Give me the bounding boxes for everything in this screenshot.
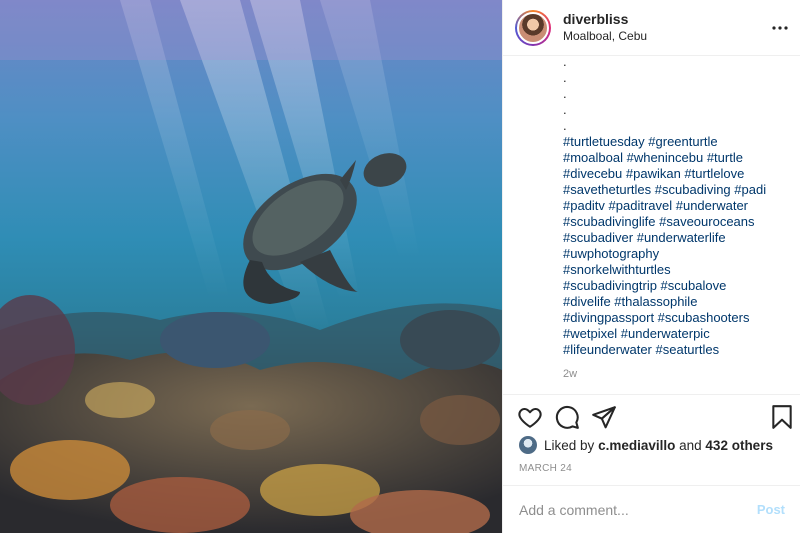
hashtag-line[interactable]: #wetpixel #underwaterpic bbox=[563, 326, 793, 342]
hashtag-line[interactable]: #uwphotography bbox=[563, 246, 793, 262]
hashtag-line[interactable]: #lifeunderwater #seaturtles bbox=[563, 342, 793, 358]
hashtag-line[interactable]: #savetheturtles #scubadiving #padi bbox=[563, 182, 793, 198]
likes-prefix: Liked by bbox=[544, 437, 595, 453]
liked-by-user-link[interactable]: c.mediavillo bbox=[598, 438, 675, 453]
caption-dot: . bbox=[563, 54, 567, 69]
hashtag-list: #turtletuesday #greenturtle #moalboal #w… bbox=[563, 134, 793, 358]
underwater-turtle-image bbox=[0, 0, 502, 533]
liker-avatar[interactable] bbox=[519, 436, 537, 454]
post-comment-button[interactable]: Post bbox=[757, 502, 785, 517]
bookmark-icon[interactable] bbox=[769, 404, 795, 430]
hashtag-line[interactable]: #divelife #thalassophile bbox=[563, 294, 793, 310]
hashtag-line[interactable]: #scubadivinglife #saveouroceans bbox=[563, 214, 793, 230]
hashtag-line[interactable]: #divingpassport #scubashooters bbox=[563, 310, 793, 326]
avatar-photo bbox=[517, 11, 549, 44]
more-options-icon[interactable] bbox=[770, 18, 790, 38]
comment-input[interactable] bbox=[519, 501, 757, 518]
post-date[interactable]: MARCH 24 bbox=[519, 463, 572, 474]
likes-others-link[interactable]: 432 others bbox=[705, 438, 773, 453]
location-link[interactable]: Moalboal, Cebu bbox=[563, 29, 647, 44]
username-link[interactable]: diverbliss bbox=[563, 11, 647, 29]
caption-dot: . bbox=[563, 70, 567, 85]
caption-dot: . bbox=[563, 102, 567, 117]
caption-dot: . bbox=[563, 86, 567, 101]
divider bbox=[503, 394, 800, 395]
likes-and: and bbox=[679, 437, 702, 453]
likes-summary: Liked by c.mediavillo and 432 others bbox=[519, 436, 773, 454]
hashtag-line[interactable]: #scubadivingtrip #scubalove bbox=[563, 278, 793, 294]
hashtag-line[interactable]: #turtletuesday #greenturtle bbox=[563, 134, 793, 150]
profile-avatar[interactable] bbox=[515, 9, 551, 46]
post-header: diverbliss Moalboal, Cebu bbox=[503, 0, 800, 56]
comment-form: Post bbox=[503, 486, 800, 533]
heart-icon[interactable] bbox=[517, 404, 543, 430]
action-bar bbox=[517, 404, 793, 430]
hashtag-line[interactable]: #moalboal #whenincebu #turtle bbox=[563, 150, 793, 166]
post-side-panel: diverbliss Moalboal, Cebu . . . . . #tur… bbox=[502, 0, 800, 533]
post-photo[interactable] bbox=[0, 0, 502, 533]
hashtag-line[interactable]: #snorkelwithturtles bbox=[563, 262, 793, 278]
caption-dot: . bbox=[563, 118, 567, 133]
hashtag-line[interactable]: #paditv #paditravel #underwater bbox=[563, 198, 793, 214]
post-caption: . . . . . #turtletuesday #greenturtle #m… bbox=[563, 54, 793, 358]
paper-plane-icon[interactable] bbox=[591, 404, 617, 430]
user-block: diverbliss Moalboal, Cebu bbox=[563, 11, 647, 44]
comment-bubble-icon[interactable] bbox=[554, 404, 580, 430]
time-ago[interactable]: 2w bbox=[563, 368, 577, 380]
hashtag-line[interactable]: #scubadiver #underwaterlife bbox=[563, 230, 793, 246]
hashtag-line[interactable]: #divecebu #pawikan #turtlelove bbox=[563, 166, 793, 182]
